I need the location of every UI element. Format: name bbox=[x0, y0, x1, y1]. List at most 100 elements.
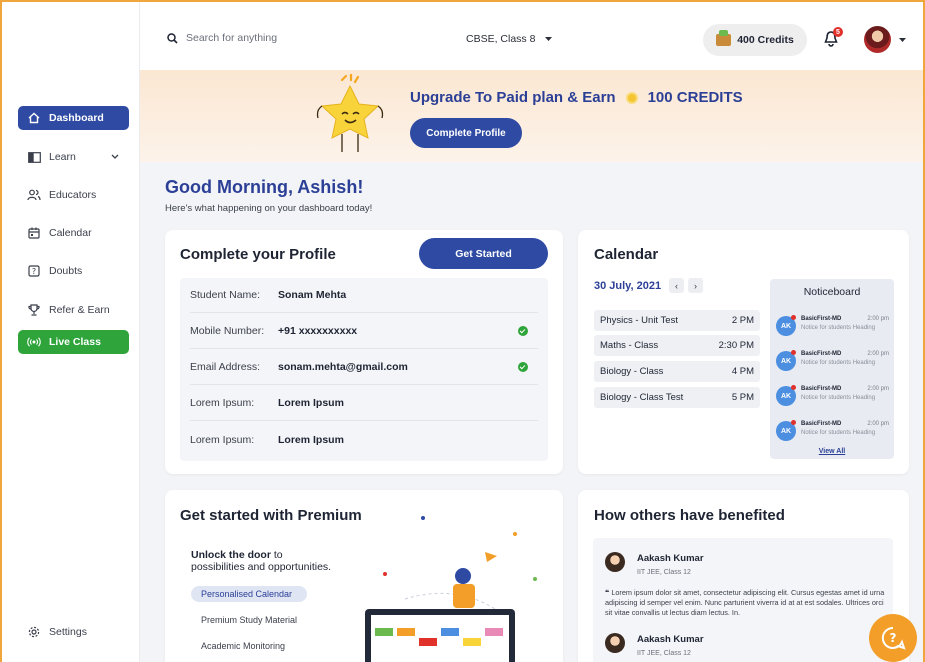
sidebar-item-label: Calendar bbox=[49, 227, 92, 239]
testimonial-avatar bbox=[605, 633, 625, 653]
profile-row-label: Student Name: bbox=[190, 289, 261, 301]
book-icon bbox=[27, 150, 41, 164]
notice-time: 2:00 pm bbox=[867, 351, 889, 357]
event-time: 5 PM bbox=[731, 392, 754, 403]
search-input[interactable]: Search for anything bbox=[167, 32, 277, 44]
notice-desc: Notice for students Heading bbox=[801, 395, 876, 401]
notice-item[interactable]: AK BasicFirst-MD 2:00 pm Notice for stud… bbox=[776, 382, 889, 412]
testimonial-avatar bbox=[605, 552, 625, 572]
profile-row: Lorem Ipsum: Lorem Ipsum bbox=[190, 386, 538, 421]
profile-row-value: Lorem Ipsum bbox=[278, 433, 344, 446]
banner-reward: 100 CREDITS bbox=[647, 89, 743, 106]
sidebar-item-refer-earn[interactable]: Refer & Earn bbox=[18, 298, 129, 322]
premium-card: Get started with Premium Unlock the door… bbox=[165, 490, 563, 662]
testimonial-name: Aakash Kumar bbox=[637, 553, 704, 564]
prev-day-button[interactable]: ‹ bbox=[669, 278, 684, 293]
unread-dot-icon bbox=[791, 315, 796, 320]
notification-button[interactable]: 5 bbox=[823, 27, 843, 52]
sidebar-item-doubts[interactable]: ? Doubts bbox=[18, 259, 129, 283]
testimonial-quote: ❝ Lorem ipsum dolor sit amet, consectetu… bbox=[605, 588, 890, 618]
notice-time: 2:00 pm bbox=[867, 386, 889, 392]
avatar[interactable] bbox=[864, 26, 891, 53]
credits-badge[interactable]: 400 Credits bbox=[703, 24, 807, 56]
premium-card-title: Get started with Premium bbox=[180, 507, 362, 524]
profile-row-label: Lorem Ipsum: bbox=[190, 397, 255, 409]
calendar-event[interactable]: Physics - Unit Test 2 PM bbox=[594, 310, 760, 331]
calendar-event[interactable]: Biology - Class 4 PM bbox=[594, 361, 760, 382]
calendar-icon bbox=[27, 226, 41, 240]
sidebar-item-settings[interactable]: Settings bbox=[18, 620, 129, 644]
profile-row-label: Mobile Number: bbox=[190, 325, 265, 337]
premium-feature-item[interactable]: Academic Monitoring bbox=[191, 638, 307, 654]
event-name: Maths - Class bbox=[600, 340, 659, 351]
sidebar-item-learn[interactable]: Learn bbox=[18, 145, 129, 169]
notice-desc: Notice for students Heading bbox=[801, 360, 876, 366]
complete-profile-button[interactable]: Complete Profile bbox=[410, 118, 522, 148]
unread-dot-icon bbox=[791, 350, 796, 355]
premium-feature-item[interactable]: Personalised Calendar bbox=[191, 586, 307, 602]
caret-down-icon[interactable] bbox=[899, 38, 906, 43]
help-button[interactable]: ? bbox=[869, 614, 917, 662]
question-icon: ? bbox=[27, 264, 41, 278]
calendar-event[interactable]: Biology - Class Test 5 PM bbox=[594, 387, 760, 408]
profile-row: Email Address: sonam.mehta@gmail.com bbox=[190, 350, 538, 385]
profile-row-label: Email Address: bbox=[190, 361, 261, 373]
sidebar-item-label: Refer & Earn bbox=[49, 304, 110, 316]
sidebar-item-dashboard[interactable]: Dashboard bbox=[18, 106, 129, 130]
broadcast-icon bbox=[27, 335, 41, 349]
app-frame: Dashboard Learn Educators Calendar ? Dou… bbox=[0, 0, 925, 662]
notice-name: BasicFirst-MD bbox=[801, 421, 842, 427]
sidebar-item-educators[interactable]: Educators bbox=[18, 183, 129, 207]
event-name: Biology - Class bbox=[600, 366, 664, 377]
profile-row: Student Name: Sonam Mehta bbox=[190, 278, 538, 313]
board-label: CBSE, Class 8 bbox=[466, 33, 536, 45]
benefited-card-title: How others have benefited bbox=[594, 507, 785, 524]
testimonial-sub: IIT JEE, Class 12 bbox=[637, 569, 691, 576]
next-day-button[interactable]: › bbox=[688, 278, 703, 293]
premium-unlock-text: Unlock the door to possibilities and opp… bbox=[191, 549, 331, 573]
sidebar-item-label: Learn bbox=[49, 151, 76, 163]
sidebar-item-live-class[interactable]: Live Class bbox=[18, 330, 129, 354]
premium-unlock-rest1: to bbox=[270, 549, 283, 561]
home-icon bbox=[27, 111, 41, 125]
benefited-card: How others have benefited Aakash Kumar I… bbox=[578, 490, 909, 662]
event-time: 4 PM bbox=[731, 366, 754, 377]
notice-name: BasicFirst-MD bbox=[801, 351, 842, 357]
premium-unlock-rest2: possibilities and opportunities. bbox=[191, 561, 332, 573]
notice-time: 2:00 pm bbox=[867, 316, 889, 322]
notice-item[interactable]: AK BasicFirst-MD 2:00 pm Notice for stud… bbox=[776, 417, 889, 447]
get-started-button[interactable]: Get Started bbox=[419, 238, 548, 269]
unread-dot-icon bbox=[791, 385, 796, 390]
event-name: Biology - Class Test bbox=[600, 392, 684, 403]
sidebar-item-calendar[interactable]: Calendar bbox=[18, 221, 129, 245]
noticeboard: Noticeboard AK BasicFirst-MD 2:00 pm Not… bbox=[770, 279, 894, 459]
coin-icon bbox=[625, 91, 638, 104]
notice-item[interactable]: AK BasicFirst-MD 2:00 pm Notice for stud… bbox=[776, 312, 889, 342]
calendar-card: Calendar 30 July, 2021 ‹ › Physics - Uni… bbox=[578, 230, 909, 474]
view-all-link[interactable]: View All bbox=[770, 448, 894, 455]
trophy-icon bbox=[27, 303, 41, 317]
star-mascot-icon bbox=[316, 74, 384, 152]
chevron-down-icon[interactable] bbox=[111, 151, 119, 163]
notice-item[interactable]: AK BasicFirst-MD 2:00 pm Notice for stud… bbox=[776, 347, 889, 377]
calendar-date: 30 July, 2021 bbox=[594, 280, 662, 292]
verified-check-icon bbox=[518, 326, 528, 336]
premium-features-box: Unlock the door to possibilities and opp… bbox=[180, 538, 548, 662]
sidebar-item-label: Educators bbox=[49, 189, 97, 201]
profile-row-label: Lorem Ipsum: bbox=[190, 433, 255, 446]
search-icon bbox=[167, 32, 178, 44]
event-name: Physics - Unit Test bbox=[600, 315, 678, 326]
profile-row-value: sonam.mehta@gmail.com bbox=[278, 361, 408, 373]
calendar-event[interactable]: Maths - Class 2:30 PM bbox=[594, 335, 760, 356]
profile-row-value: Lorem Ipsum bbox=[278, 397, 344, 409]
verified-check-icon bbox=[518, 362, 528, 372]
notification-badge: 5 bbox=[833, 27, 843, 37]
greeting-title: Good Morning, Ashish! bbox=[165, 177, 364, 197]
board-selector[interactable]: CBSE, Class 8 bbox=[466, 33, 553, 45]
profile-card: Complete your Profile Get Started Studen… bbox=[165, 230, 563, 474]
greeting-subtitle: Here's what happening on your dashboard … bbox=[165, 203, 373, 214]
profile-row: Mobile Number: +91 xxxxxxxxxx bbox=[190, 314, 538, 349]
upgrade-banner: Upgrade To Paid plan & Earn 100 CREDITS … bbox=[140, 70, 923, 162]
premium-feature-item[interactable]: Premium Study Material bbox=[191, 612, 307, 628]
svg-text:?: ? bbox=[32, 267, 36, 276]
